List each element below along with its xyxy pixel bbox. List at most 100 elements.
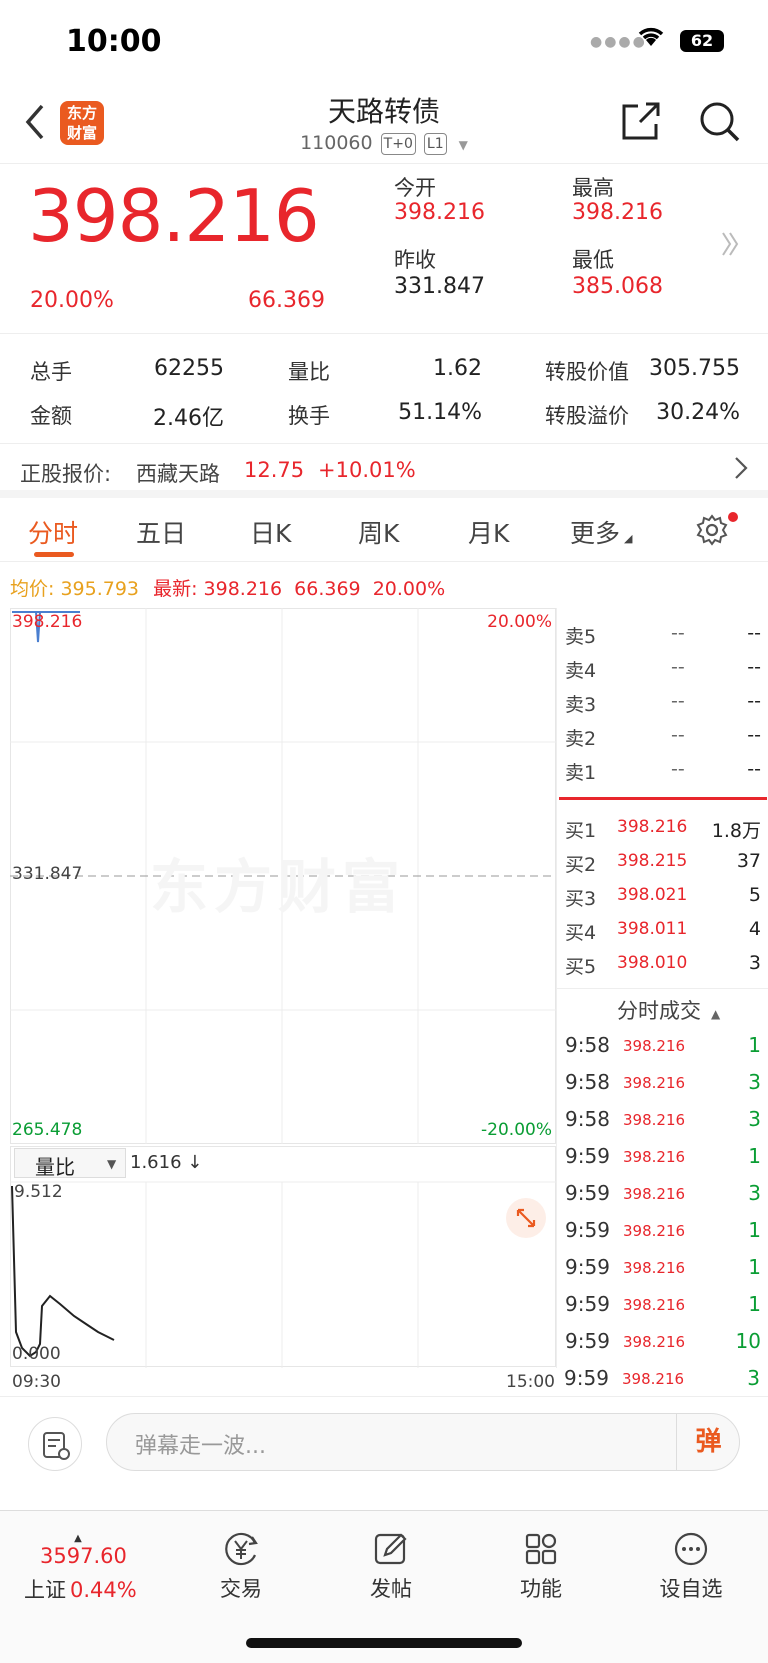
tab-weekly-k[interactable]: 周K bbox=[358, 514, 399, 550]
ask-price: -- bbox=[671, 656, 685, 678]
underlying-price: 12.75 bbox=[244, 458, 305, 482]
ask-level: 卖2 bbox=[565, 728, 597, 750]
bid-price: 398.011 bbox=[617, 919, 688, 939]
tab-daily-k[interactable]: 日K bbox=[250, 514, 291, 550]
ask-row: 卖1 -- -- bbox=[557, 754, 768, 788]
tick-volume: 3 bbox=[747, 1366, 760, 1390]
time-and-sales[interactable]: 分时成交 ▲ 9:58 398.216 1 9:58 398.216 3 9:58 398.… bbox=[556, 988, 768, 1368]
tick-time: 9:59 bbox=[565, 1292, 610, 1316]
high-label: 最高 bbox=[572, 176, 614, 200]
watermark: 东方财富 bbox=[150, 853, 407, 921]
bid-row: 买4 398.011 4 bbox=[557, 914, 768, 948]
share-button[interactable] bbox=[620, 100, 662, 146]
nav-post-label: 发帖 bbox=[370, 1577, 412, 1601]
search-button[interactable] bbox=[698, 100, 742, 148]
underlying-label: 正股报价: bbox=[20, 462, 112, 486]
bid-price: 398.215 bbox=[617, 851, 688, 871]
volume-ratio-value: 1.62 bbox=[433, 356, 482, 381]
ask-qty: -- bbox=[747, 758, 761, 780]
market-index-widget[interactable]: ▲ 3597.60 上证 0.44% bbox=[24, 1533, 137, 1604]
tick-time: 9:59 bbox=[565, 1218, 610, 1242]
tab-five-day[interactable]: 五日 bbox=[136, 514, 186, 550]
vol-max-label: 9.512 bbox=[14, 1182, 63, 1202]
tick-volume: 1 bbox=[748, 1255, 761, 1279]
avg-value: 395.793 bbox=[60, 578, 140, 600]
bid-qty: 4 bbox=[748, 918, 761, 940]
ask-row: 卖4 -- -- bbox=[557, 652, 768, 686]
notes-icon bbox=[43, 1432, 70, 1460]
expand-button[interactable] bbox=[506, 1198, 546, 1238]
ask-price: -- bbox=[671, 724, 685, 746]
tick-price: 398.216 bbox=[623, 1259, 686, 1277]
tick-price: 398.216 bbox=[623, 1074, 686, 1092]
bid-row: 买5 398.010 3 bbox=[557, 948, 768, 982]
settings-button[interactable] bbox=[696, 514, 728, 550]
status-bar: 10:00 ●●●● 62 bbox=[0, 0, 768, 80]
tab-more[interactable]: 更多 ◢ bbox=[570, 514, 632, 550]
chart-top-price: 398.216 bbox=[12, 612, 83, 632]
danmu-input[interactable]: 弹幕走一波... bbox=[106, 1413, 740, 1471]
turnover-value: 51.14% bbox=[398, 400, 482, 425]
chart-bottom-pct: -20.00% bbox=[481, 1120, 552, 1140]
nav-add-watchlist[interactable]: 设自选 bbox=[641, 1529, 741, 1603]
volume-label: 总手 bbox=[30, 360, 72, 384]
notification-dot bbox=[728, 512, 738, 522]
time-start-label: 09:30 bbox=[12, 1372, 61, 1392]
ask-row: 卖2 -- -- bbox=[557, 720, 768, 754]
vol-min-label: 0.000 bbox=[12, 1344, 61, 1364]
ask-qty: -- bbox=[747, 724, 761, 746]
volume-ratio-chart[interactable]: 9.512 0.000 bbox=[10, 1146, 556, 1368]
nav-add-watchlist-label: 设自选 bbox=[659, 1577, 723, 1601]
tick-row: 9:58 398.216 3 bbox=[557, 1068, 768, 1105]
nav-post[interactable]: 发帖 bbox=[341, 1529, 441, 1603]
t0-badge: T+0 bbox=[380, 132, 416, 155]
tick-time: 9:58 bbox=[565, 1033, 610, 1057]
latest-label: 最新: bbox=[153, 578, 198, 600]
ask-price: -- bbox=[671, 622, 685, 644]
amount-label: 金额 bbox=[30, 404, 72, 428]
ask-qty: -- bbox=[747, 656, 761, 678]
intraday-chart[interactable]: 398.216 20.00% 331.847 265.478 -20.00% 东… bbox=[10, 608, 556, 1144]
conversion-premium-label: 转股溢价 bbox=[545, 404, 629, 428]
indicator-selector[interactable]: 量比 ▼ bbox=[14, 1148, 126, 1179]
notes-button[interactable] bbox=[28, 1417, 82, 1471]
expand-icon bbox=[516, 1208, 536, 1228]
tab-monthly-k[interactable]: 月K bbox=[468, 514, 509, 550]
bid-price: 398.010 bbox=[617, 953, 688, 973]
underlying-name: 西藏天路 bbox=[136, 462, 220, 486]
bid-qty: 3 bbox=[748, 952, 761, 974]
price-panel[interactable]: 398.216 20.00% 66.369 今开 398.216 最高 398.… bbox=[0, 164, 768, 334]
bid-level: 买1 bbox=[565, 820, 597, 842]
underlying-change: +10.01% bbox=[318, 458, 416, 482]
wifi-icon bbox=[636, 24, 666, 52]
bid-row: 买1 398.216 1.8万 bbox=[557, 812, 768, 846]
underlying-stock-bar[interactable]: 正股报价: 西藏天路 12.75 +10.01% bbox=[0, 444, 768, 498]
nav-functions[interactable]: 功能 bbox=[491, 1529, 591, 1603]
turnover-label: 换手 bbox=[288, 404, 330, 428]
double-chevron-right-icon[interactable] bbox=[720, 230, 740, 262]
time-end-label: 15:00 bbox=[506, 1372, 555, 1392]
tick-row: 9:59 398.216 1 bbox=[557, 1290, 768, 1327]
stats-panel: 总手 62255 量比 1.62 转股价值 305.755 金额 2.46亿 换… bbox=[0, 334, 768, 444]
share-icon bbox=[622, 102, 660, 140]
tick-time: 9:59 bbox=[564, 1366, 609, 1390]
ticks-header[interactable]: 分时成交 ▲ bbox=[617, 995, 720, 1025]
danmu-toggle-button[interactable]: 弹 bbox=[676, 1413, 740, 1471]
status-time: 10:00 bbox=[66, 24, 162, 59]
index-value: 3597.60 bbox=[40, 1544, 127, 1568]
order-book[interactable]: 卖5 -- -- 卖4 -- -- 卖3 -- -- 卖2 -- -- 卖1 -- -- 买1 398… bbox=[556, 608, 768, 988]
chart-prev-close: 331.847 bbox=[12, 864, 83, 884]
open-label: 今开 bbox=[394, 176, 436, 200]
tick-row: 9:59 398.216 1 bbox=[557, 1142, 768, 1179]
caret-down-icon: ▼ bbox=[107, 1157, 117, 1171]
tick-price: 398.216 bbox=[623, 1185, 686, 1203]
tab-intraday[interactable]: 分时 bbox=[28, 514, 78, 550]
ask-row: 卖3 -- -- bbox=[557, 686, 768, 720]
bid-level: 买2 bbox=[565, 854, 597, 876]
tick-row: 9:59 398.216 10 bbox=[557, 1327, 768, 1364]
amount-value: 2.46亿 bbox=[153, 406, 224, 431]
home-indicator bbox=[246, 1638, 522, 1648]
tick-time: 9:58 bbox=[565, 1070, 610, 1094]
nav-trade[interactable]: 交易 bbox=[191, 1529, 291, 1603]
active-tab-indicator bbox=[34, 552, 74, 557]
